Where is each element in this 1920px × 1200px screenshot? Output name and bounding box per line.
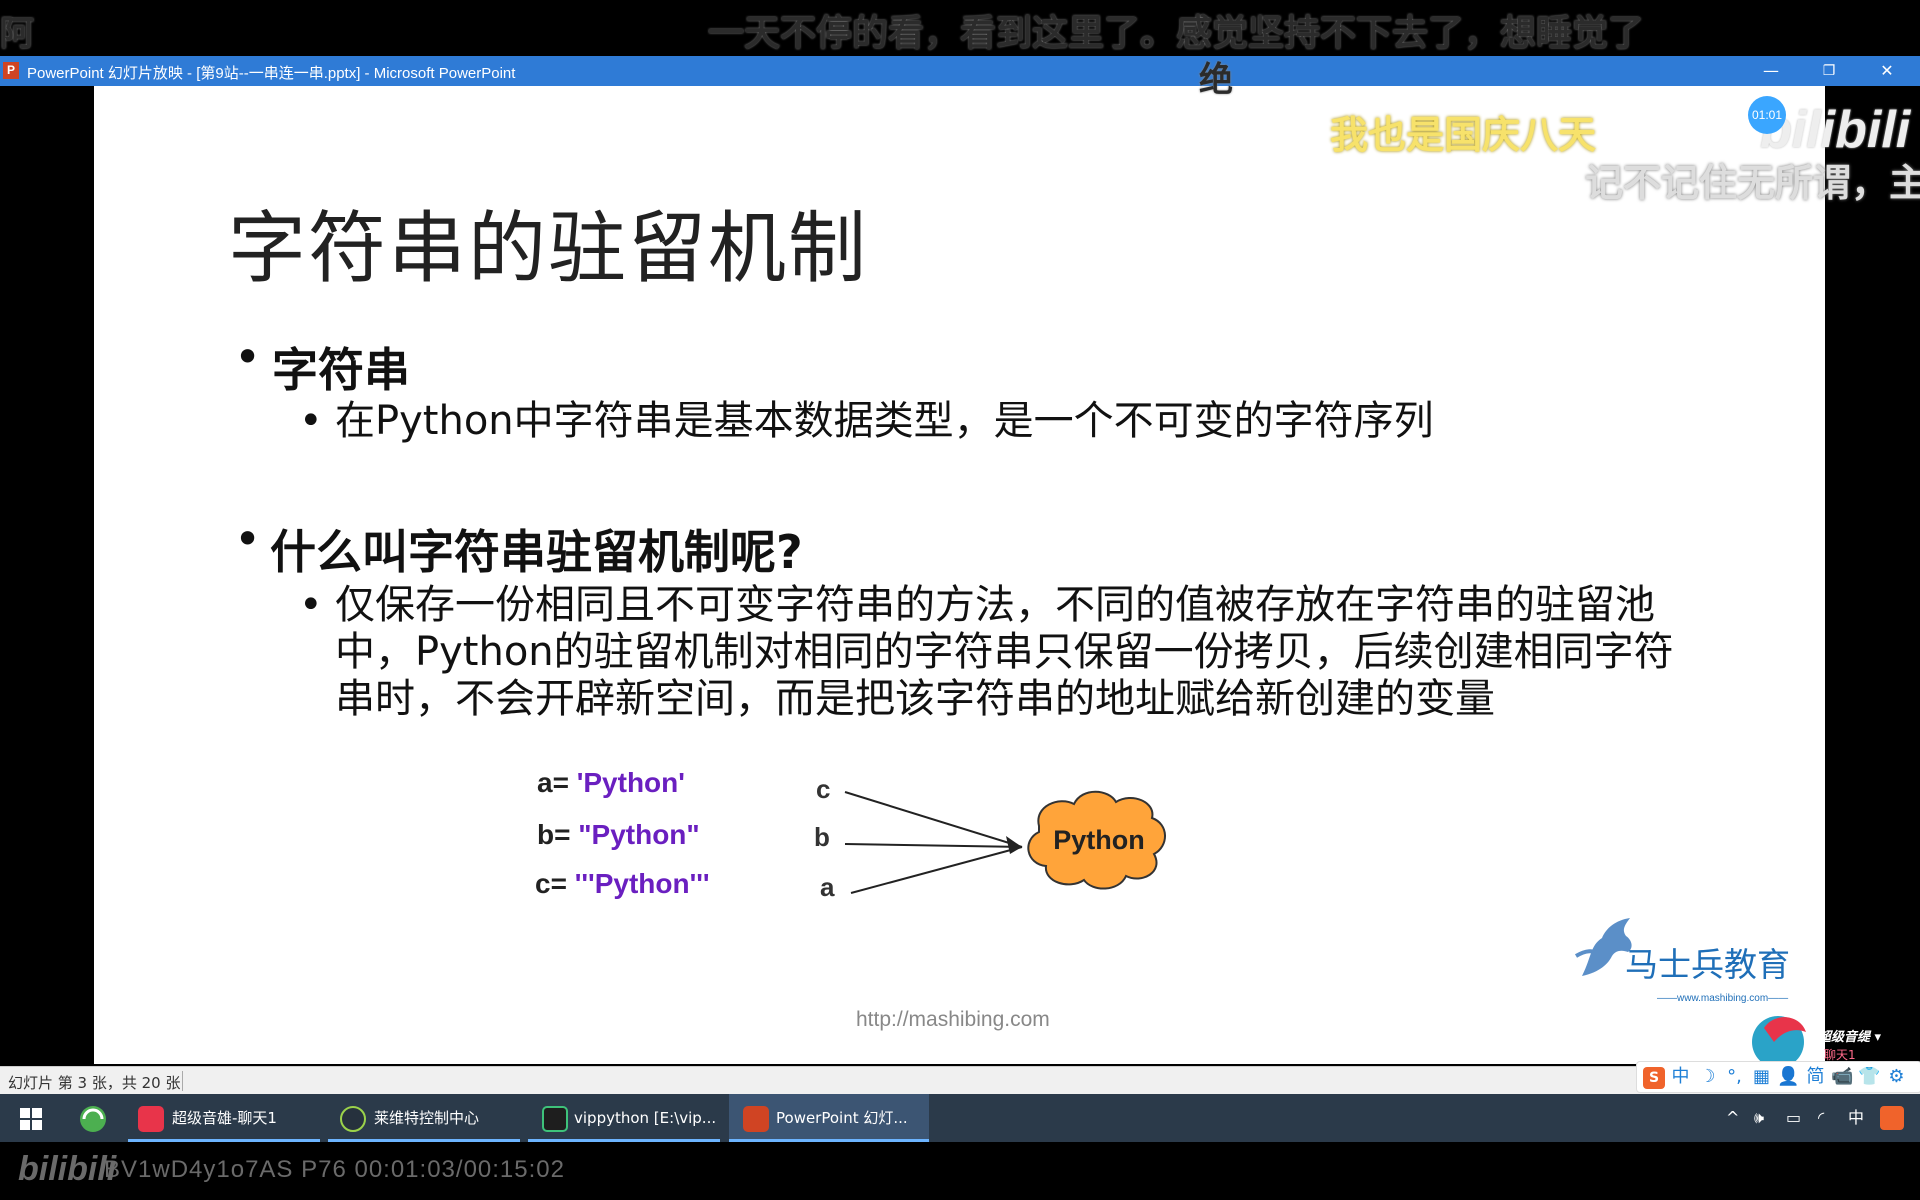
player-info-bar: bilibili BV1wD4y1o7AS P76 00:01:03/00:15…	[0, 1142, 1920, 1200]
cloud-label: Python	[1053, 825, 1145, 855]
ime-toolbar[interactable]: S 中 ☽ °, ▦ 👤 简 📹 👕 ⚙	[1636, 1061, 1920, 1093]
ime-chinese-mode[interactable]: 中	[1667, 1062, 1694, 1092]
volume-icon[interactable]: 🕪	[1754, 1094, 1764, 1142]
bullet-dot: •	[234, 330, 262, 384]
sogou-tray-icon[interactable]	[1880, 1106, 1904, 1130]
ime-keyboard-icon[interactable]: ▦	[1748, 1062, 1775, 1092]
bullet-text-interning-definition: 仅保存一份相同且不可变字符串的方法，不同的值被存放在字符串的驻留池中，Pytho…	[335, 582, 1674, 722]
code-string: '''Python'''	[574, 868, 710, 899]
brand-name: 马士兵教育	[1625, 945, 1790, 984]
timer-badge: 01:01	[1748, 96, 1786, 134]
ime-simplified[interactable]: 简	[1802, 1062, 1829, 1092]
taskbar-item-powerpoint[interactable]: PowerPoint 幻灯...	[729, 1094, 929, 1142]
close-button[interactable]: ✕	[1858, 56, 1916, 86]
taskbar-item-chat[interactable]: 超级音雄-聊天1	[128, 1094, 320, 1142]
window-titlebar[interactable]: P PowerPoint 幻灯片放映 - [第9站--一串连一串.pptx] -…	[0, 56, 1920, 86]
danmaku-comment: 记不记住无所谓，主	[1585, 161, 1920, 205]
python-cloud: Python	[1027, 790, 1166, 890]
ime-skin-icon[interactable]: 👕	[1856, 1062, 1883, 1092]
powerpoint-icon: P	[3, 62, 19, 79]
code-string: 'Python'	[576, 767, 685, 798]
reference-diagram: Python	[844, 790, 1166, 894]
slide-title: 字符串的驻留机制	[228, 204, 869, 294]
reference-arrow-c	[844, 791, 1023, 848]
live-widget-label[interactable]: 超级音缇 ▾	[1818, 1026, 1881, 1045]
windows-start-icon[interactable]	[20, 1108, 42, 1130]
danmaku-comment: 阿	[0, 14, 34, 54]
code-line-b: b= "Python"	[537, 819, 700, 851]
slide-canvas[interactable]: 字符串的驻留机制 • 字符串 • 在Python中字符串是基本数据类型，是一个不…	[94, 86, 1825, 1064]
danmaku-comment: 绝	[1199, 60, 1233, 100]
powerpoint-icon	[743, 1106, 769, 1132]
bullet-dot: •	[299, 398, 323, 444]
ime-video-icon[interactable]: 📹	[1829, 1062, 1856, 1092]
status-bar: 幻灯片 第 3 张，共 20 张	[0, 1066, 1920, 1095]
network-icon[interactable]: ◜	[1818, 1094, 1824, 1142]
video-info: BV1wD4y1o7AS P76 00:01:03/00:15:02	[104, 1156, 565, 1183]
ime-moon-icon[interactable]: ☽	[1694, 1062, 1721, 1092]
minimize-button[interactable]: —	[1742, 56, 1800, 86]
reference-arrow-b	[844, 843, 1023, 848]
reference-arrow-a	[850, 846, 1023, 894]
diagram-var-c: c	[816, 774, 831, 804]
danmaku-comment: 我也是国庆八天	[1330, 113, 1597, 157]
ime-settings-icon[interactable]: ⚙	[1883, 1062, 1910, 1092]
control-center-icon	[340, 1106, 366, 1132]
ime-punct-icon[interactable]: °,	[1721, 1062, 1748, 1092]
bullet-heading-interning: 什么叫字符串驻留机制呢?	[270, 525, 803, 579]
letterbox-right	[1825, 86, 1920, 1066]
letterbox-left	[0, 86, 94, 1066]
code-string: "Python"	[578, 819, 700, 850]
diagram-var-a: a	[820, 872, 835, 902]
code-var: a=	[537, 767, 569, 798]
browser-icon[interactable]	[78, 1104, 108, 1134]
taskbar-item-pycharm[interactable]: vippython [E:\vip...	[528, 1094, 720, 1142]
taskbar-item-control-center[interactable]: 莱维特控制中心	[328, 1094, 520, 1142]
diagram-var-b: b	[814, 822, 830, 852]
bullet-heading-string: 字符串	[272, 343, 410, 397]
danmaku-area: 阿 一天不停的看，看到这里了。感觉坚持不下去了，想睡觉了	[0, 0, 1920, 56]
live-avatar-icon[interactable]	[1744, 1008, 1816, 1062]
ime-user-icon[interactable]: 👤	[1775, 1062, 1802, 1092]
ime-indicator[interactable]: 中	[1848, 1094, 1864, 1142]
bullet-dot: •	[234, 512, 262, 566]
footer-url: http://mashibing.com	[856, 1008, 1050, 1031]
taskbar-item-label: vippython [E:\vip...	[574, 1109, 717, 1127]
chat-app-icon	[138, 1106, 164, 1132]
bullet-text-string-definition: 在Python中字符串是基本数据类型，是一个不可变的字符序列	[335, 398, 1434, 444]
window-title: PowerPoint 幻灯片放映 - [第9站--一串连一串.pptx] - M…	[27, 65, 516, 82]
battery-icon[interactable]: ▭	[1786, 1094, 1801, 1142]
bilibili-logo: bilibili	[18, 1150, 117, 1188]
tray-overflow-chevron[interactable]: ^	[1726, 1094, 1739, 1142]
brand-url: ——www.mashibing.com——	[1657, 993, 1789, 1004]
code-line-c: c= '''Python'''	[535, 868, 710, 900]
taskbar: 超级音雄-聊天1 莱维特控制中心 vippython [E:\vip... Po…	[0, 1094, 1920, 1142]
sogou-logo-icon[interactable]: S	[1643, 1067, 1665, 1089]
code-var: b=	[537, 819, 571, 850]
taskbar-item-label: 莱维特控制中心	[374, 1109, 480, 1127]
slide-counter: 幻灯片 第 3 张，共 20 张	[8, 1074, 181, 1092]
taskbar-item-label: 超级音雄-聊天1	[172, 1109, 277, 1127]
pycharm-icon	[542, 1106, 568, 1132]
code-line-a: a= 'Python'	[537, 767, 685, 799]
code-var: c=	[535, 868, 567, 899]
status-divider	[182, 1071, 183, 1091]
taskbar-item-label: PowerPoint 幻灯...	[776, 1109, 908, 1127]
restore-button[interactable]: ❐	[1800, 56, 1858, 86]
bullet-dot: •	[299, 582, 323, 628]
danmaku-comment: 一天不停的看，看到这里了。感觉坚持不下去了，想睡觉了	[708, 13, 1645, 54]
